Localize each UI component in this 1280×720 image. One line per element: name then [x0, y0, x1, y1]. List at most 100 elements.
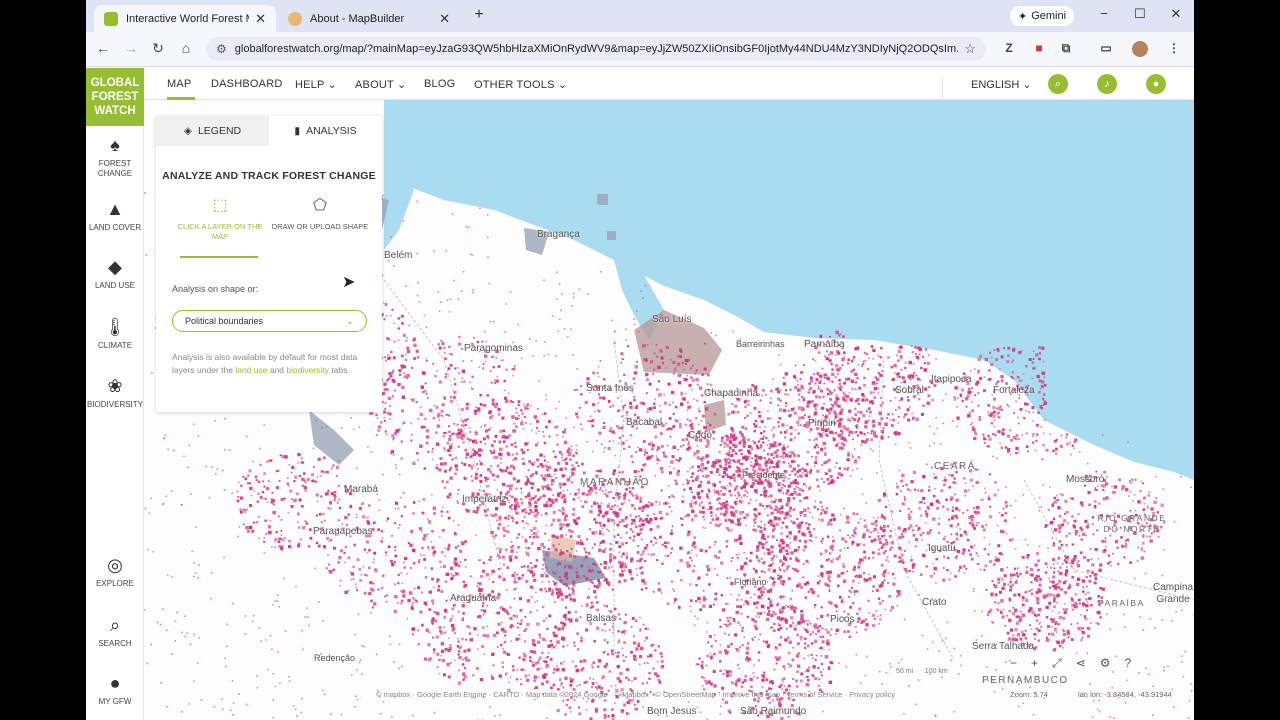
loss-pixel	[729, 440, 733, 443]
loss-pixel	[968, 411, 971, 414]
loss-pixel	[904, 498, 906, 501]
search-icon[interactable]: ⌕	[1048, 74, 1068, 94]
loss-pixel	[447, 544, 451, 548]
sidebar-item-land-use[interactable]: ◆ LAND USE	[86, 256, 144, 291]
notifications-bell-icon[interactable]: ♪	[1097, 74, 1117, 94]
loss-pixel	[703, 367, 707, 371]
loss-pixel	[484, 443, 487, 445]
loss-pixel	[436, 578, 440, 582]
nav-dashboard[interactable]: DASHBOARD	[211, 78, 282, 90]
loss-pixel	[758, 541, 762, 545]
loss-pixel	[1030, 581, 1033, 584]
tab-search-icon[interactable]: ▭	[1098, 41, 1114, 57]
gfw-logo[interactable]: GLOBAL FOREST WATCH	[86, 68, 144, 126]
sidebar-item-forest-change[interactable]: ♠ FOREST CHANGE	[86, 134, 144, 179]
loss-pixel	[669, 435, 672, 438]
user-account-icon[interactable]: ●	[1146, 74, 1166, 94]
close-tab-icon[interactable]: ✕	[255, 11, 266, 27]
reload-icon[interactable]: ↻	[149, 40, 167, 57]
loss-pixel	[403, 505, 407, 509]
loss-pixel	[809, 379, 813, 383]
loss-pixel	[607, 517, 611, 522]
address-bar[interactable]: ⚙ globalforestwatch.org/map/?mainMap=eyJ…	[206, 37, 986, 61]
loss-pixel	[714, 592, 718, 596]
sidebar-item-biodiversity[interactable]: ❀ BIODIVERSITY	[86, 375, 144, 410]
loss-pixel	[662, 451, 665, 454]
loss-pixel	[618, 507, 622, 511]
loss-pixel	[525, 579, 529, 584]
loss-pixel	[729, 711, 732, 714]
loss-pixel	[801, 395, 804, 399]
loss-pixel	[449, 395, 453, 399]
loss-pixel	[818, 518, 820, 521]
loss-pixel	[438, 380, 443, 384]
browser-menu-icon[interactable]: ⋮	[1166, 41, 1182, 57]
loss-pixel	[403, 375, 407, 379]
loss-pixel	[611, 714, 615, 718]
new-tab-button[interactable]: +	[469, 6, 489, 24]
minimize-button[interactable]: −	[1094, 6, 1114, 21]
loss-pixel	[1009, 573, 1013, 577]
loss-pixel	[589, 420, 592, 423]
sidebar-item-explore[interactable]: ◎ EXPLORE	[86, 554, 144, 589]
loss-pixel	[776, 657, 780, 662]
loss-pixel	[1038, 352, 1041, 355]
nav-map[interactable]: MAP	[167, 78, 191, 90]
loss-pixel	[459, 428, 463, 431]
zotero-extension-icon[interactable]: Z	[1001, 41, 1017, 57]
language-selector[interactable]: ENGLISH ⌄	[942, 77, 1032, 101]
sidebar-item-my-gfw[interactable]: ● MY GFW	[86, 672, 144, 707]
loss-pixel	[469, 575, 472, 578]
loss-pixel	[1012, 359, 1015, 362]
loss-pixel	[496, 475, 500, 478]
home-icon[interactable]: ⌂	[177, 40, 195, 56]
site-info-icon[interactable]: ⚙	[216, 42, 227, 56]
loss-pixel	[435, 405, 439, 409]
gemini-button[interactable]: ✦ Gemini	[1010, 6, 1075, 26]
browser-tab-mapbuilder[interactable]: About - MapBuilder ✕	[278, 5, 460, 32]
loss-pixel	[1098, 568, 1102, 572]
loss-pixel	[997, 349, 1000, 353]
loss-pixel	[701, 373, 704, 376]
loss-pixel	[641, 519, 645, 523]
sidebar-item-climate[interactable]: 🌡 CLIMATE	[86, 316, 144, 351]
loss-pixel	[515, 678, 519, 681]
sidebar-item-search[interactable]: ⌕ SEARCH	[86, 614, 144, 649]
loss-pixel	[511, 574, 515, 578]
loss-pixel	[626, 524, 629, 527]
nav-help[interactable]: HELP ⌄	[295, 78, 337, 91]
loss-pixel	[664, 541, 667, 545]
browser-tab-gfw[interactable]: Interactive World Forest Map & ✕	[94, 5, 276, 32]
nav-other-tools[interactable]: OTHER TOOLS ⌄	[474, 78, 567, 91]
close-tab-icon[interactable]: ✕	[439, 11, 450, 27]
loss-pixel	[1094, 506, 1097, 509]
loss-pixel	[629, 434, 632, 437]
loss-pixel	[1083, 555, 1087, 560]
loss-pixel	[821, 406, 825, 410]
back-icon[interactable]: ←	[94, 40, 112, 56]
maximize-button[interactable]: ☐	[1130, 6, 1150, 22]
nav-blog[interactable]: BLOG	[424, 78, 455, 90]
loss-pixel	[565, 457, 568, 460]
forward-icon[interactable]: →	[122, 40, 140, 56]
loss-pixel	[867, 599, 870, 602]
loss-pixel	[1014, 608, 1018, 612]
loss-pixel	[1008, 538, 1012, 542]
loss-pixel	[709, 423, 712, 427]
nav-about[interactable]: ABOUT ⌄	[355, 78, 406, 91]
extensions-puzzle-icon[interactable]: ⧉	[1058, 41, 1074, 57]
loss-pixel	[1038, 575, 1040, 578]
bookmark-star-icon[interactable]: ☆	[964, 41, 976, 57]
sidebar-item-land-cover[interactable]: ▲ LAND COVER	[86, 198, 144, 233]
loss-pixel	[854, 347, 857, 351]
loss-pixel	[684, 423, 687, 426]
close-window-button[interactable]: ✕	[1166, 6, 1186, 22]
loss-pixel	[865, 410, 868, 413]
loss-pixel	[918, 397, 921, 401]
loss-pixel	[562, 494, 566, 498]
loss-pixel	[850, 586, 853, 589]
loss-pixel	[473, 410, 477, 413]
loss-pixel	[1066, 511, 1069, 514]
profile-avatar[interactable]	[1132, 41, 1148, 57]
extension-badge-icon[interactable]: ■	[1031, 41, 1047, 57]
